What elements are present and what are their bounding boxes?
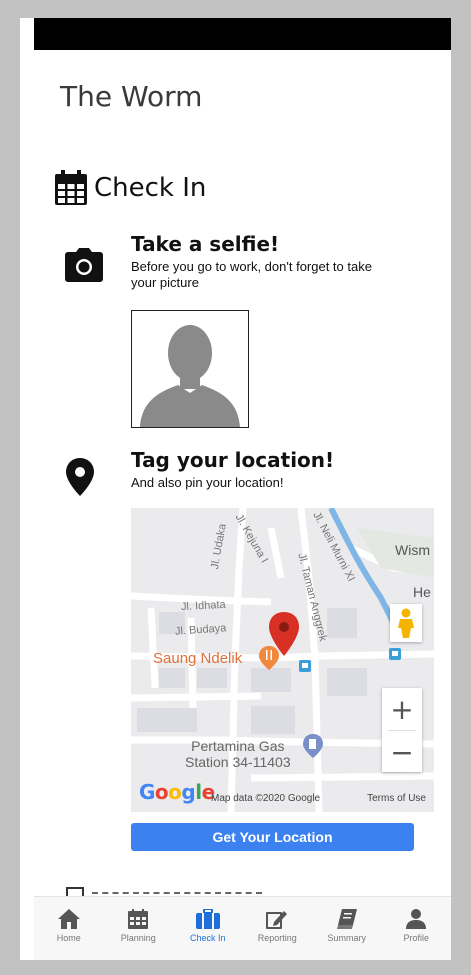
home-icon [57,909,80,929]
calendar-icon [55,170,87,205]
nav-item-profile[interactable]: Profile [382,897,452,960]
selfie-description: Before you go to work, don't forget to t… [131,259,372,290]
selfie-title: Take a selfie! [131,232,280,256]
gas-station-icon [303,734,323,758]
nav-label: Reporting [257,933,297,943]
nav-item-planning[interactable]: Planning [104,897,174,960]
camera-icon [65,248,103,282]
location-title: Tag your location! [131,448,335,472]
zoom-in-button[interactable]: + [382,688,422,730]
gas-station-number: Station 34-11403 [185,754,291,770]
map-place-label: He [413,584,431,600]
zoom-out-button[interactable]: − [382,731,422,773]
nav-label: Check In [189,933,226,943]
map-terms-link[interactable]: Terms of Use [367,793,426,804]
bus-stop-icon [299,660,311,672]
app-title: The Worm [60,80,203,113]
gas-station-name: Pertamina Gas [191,738,285,754]
zoom-controls: + − [382,688,422,772]
book-icon [336,909,357,929]
nav-item-home[interactable]: Home [34,897,104,960]
bus-stop-icon [389,648,401,660]
selfie-photo[interactable] [131,310,249,428]
street-view-button[interactable] [390,604,422,642]
location-pin-icon [66,458,94,496]
map-view[interactable]: Jl. Idhata Jl. Budaya Jl. Udaka Jl. Tama… [131,508,434,812]
nav-label: Home [56,933,81,943]
user-icon [406,909,427,929]
nav-label: Profile [403,933,429,943]
location-description: And also pin your location! [131,475,284,490]
nav-label: Planning [120,933,156,943]
pegman-icon [398,608,414,638]
bottom-navigation: Home Planning Check In Reporting Summary… [34,896,451,960]
status-bar [34,18,451,50]
gas-station-label: Pertamina Gas Station 34-11403 [185,738,291,770]
poi-label: Saung Ndelik [153,650,243,667]
checkin-title: Check In [94,173,207,203]
nav-item-check-in[interactable]: Check In [173,897,243,960]
nav-item-reporting[interactable]: Reporting [243,897,313,960]
nav-label: Summary [327,933,366,943]
phone-screen: The Worm Check In Take a selfie! Before … [20,18,451,960]
edit-icon [266,911,288,929]
briefcase-icon [195,909,220,929]
avatar-placeholder-icon [132,311,248,427]
google-logo: Google [139,780,215,804]
nav-item-summary[interactable]: Summary [312,897,382,960]
map-place-label: Wism [395,542,430,558]
map-marker-icon[interactable] [269,612,299,656]
get-location-button[interactable]: Get Your Location [131,823,414,851]
street-label: Jl. Idhata [180,598,226,614]
map-attribution: Map data ©2020 Google [211,793,321,804]
calendar-icon [128,909,149,929]
checkin-header: Check In [54,170,206,206]
